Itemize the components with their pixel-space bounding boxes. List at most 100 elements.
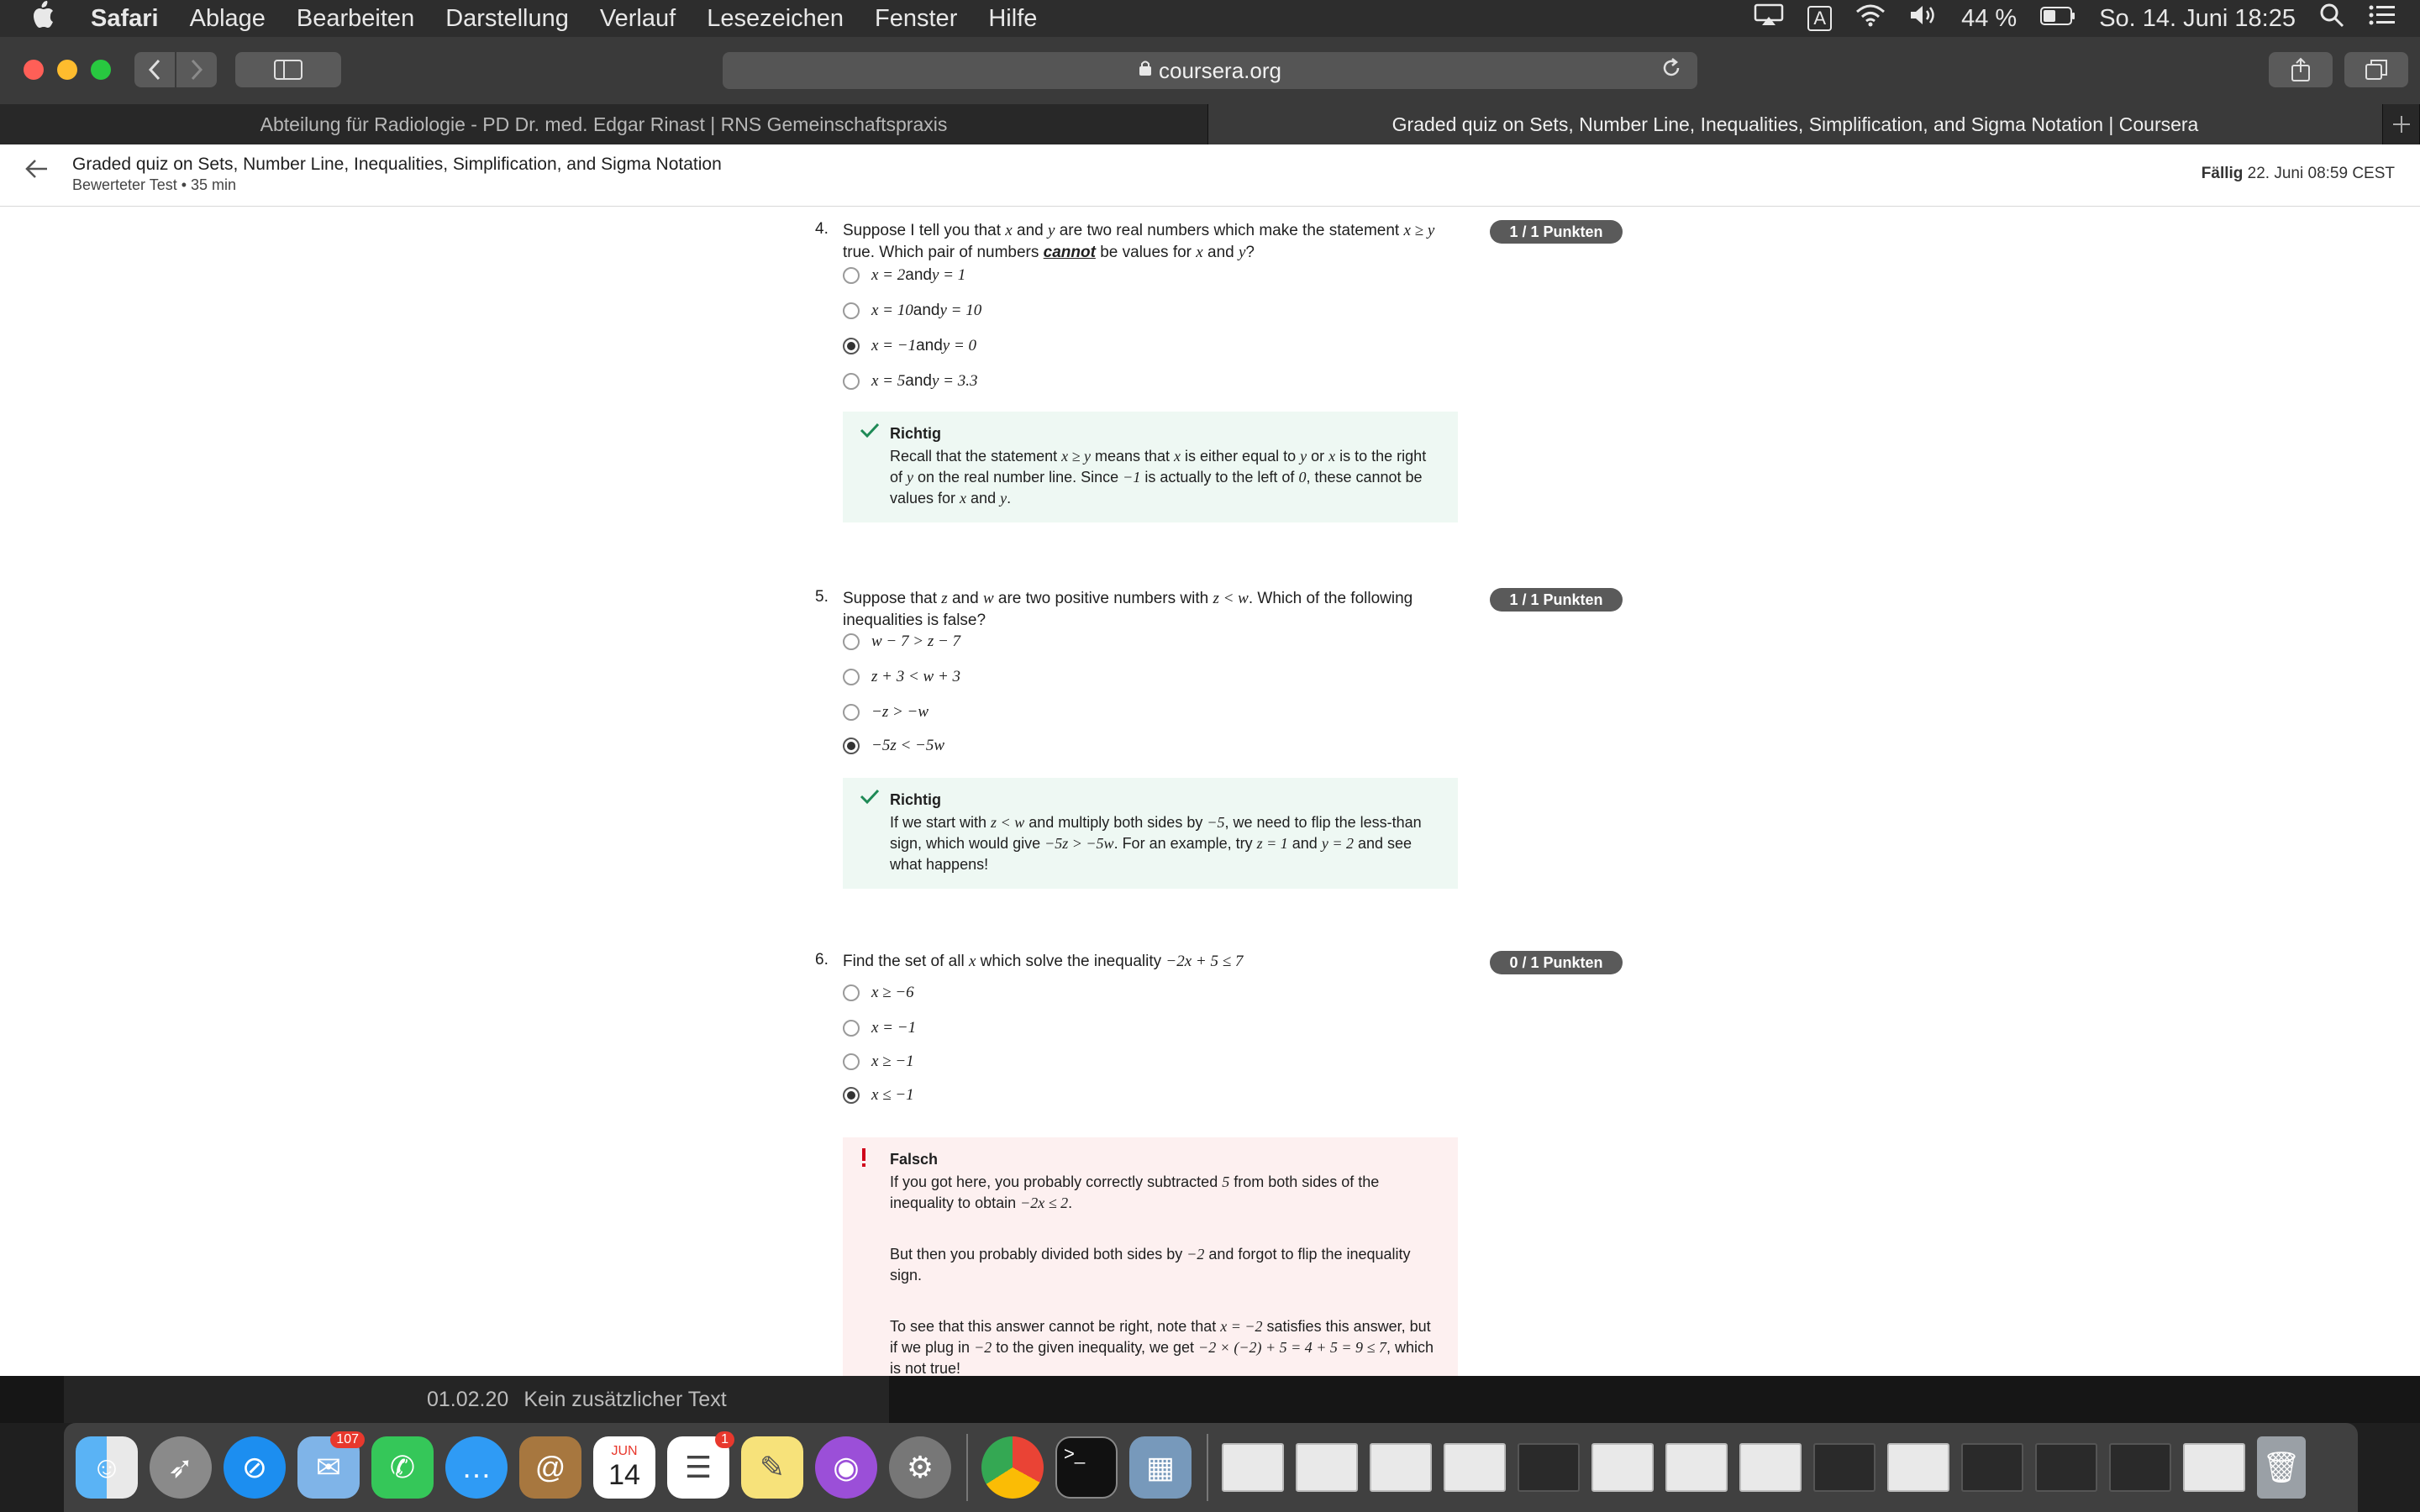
- preview-icon[interactable]: ▦: [1129, 1436, 1192, 1499]
- option-2[interactable]: x = 10 and y = 10: [843, 301, 981, 321]
- tab-overview-button[interactable]: [2344, 52, 2408, 87]
- launchpad-icon[interactable]: ➶: [150, 1436, 212, 1499]
- minimized-window-thumbnail[interactable]: [2183, 1443, 2245, 1492]
- minimized-window-thumbnail[interactable]: [1518, 1443, 1580, 1492]
- back-arrow-icon[interactable]: [24, 156, 49, 188]
- new-tab-button[interactable]: [2383, 104, 2420, 144]
- terminal-icon[interactable]: >_: [1055, 1436, 1118, 1499]
- minimized-window-thumbnail[interactable]: [1591, 1443, 1654, 1492]
- menu-fenster[interactable]: Fenster: [875, 5, 957, 33]
- minimized-window-thumbnail[interactable]: [1222, 1443, 1284, 1492]
- feedback-text: Recall that the statement x ≥ y means th…: [890, 448, 1427, 507]
- option-2[interactable]: z + 3 < w + 3: [843, 667, 960, 687]
- menu-app-name[interactable]: Safari: [91, 5, 159, 33]
- share-button[interactable]: [2269, 52, 2333, 87]
- question-number: 6.: [815, 951, 829, 969]
- radio-button[interactable]: [843, 704, 860, 721]
- option-2[interactable]: x = −1: [843, 1018, 916, 1038]
- radio-button[interactable]: [843, 1053, 860, 1070]
- menu-verlauf[interactable]: Verlauf: [600, 5, 676, 33]
- tab-radiologie[interactable]: Abteilung für Radiologie - PD Dr. med. E…: [0, 104, 1208, 144]
- minimize-window-button[interactable]: [57, 60, 77, 80]
- minimized-window-thumbnail[interactable]: [1665, 1443, 1728, 1492]
- system-preferences-icon[interactable]: ⚙: [889, 1436, 951, 1499]
- radio-button[interactable]: [843, 302, 860, 319]
- contacts-icon[interactable]: @: [519, 1436, 581, 1499]
- feedback-text-3: To see that this answer cannot be right,…: [890, 1318, 1434, 1376]
- notes-icon[interactable]: ✎: [741, 1436, 803, 1499]
- feedback-text-1: If you got here, you probably correctly …: [890, 1173, 1380, 1211]
- trash-icon[interactable]: 🗑: [2257, 1436, 2306, 1499]
- mail-icon[interactable]: ✉ 107: [297, 1431, 365, 1499]
- points-badge: 1 / 1 Punkten: [1490, 220, 1623, 244]
- zoom-window-button[interactable]: [91, 60, 111, 80]
- address-bar[interactable]: coursera.org: [723, 52, 1697, 89]
- menu-lesezeichen[interactable]: Lesezeichen: [707, 5, 844, 33]
- option-1[interactable]: w − 7 > z − 7: [843, 632, 960, 652]
- notification-center-icon[interactable]: [2368, 3, 2396, 34]
- menu-hilfe[interactable]: Hilfe: [988, 5, 1037, 33]
- feedback-status: Richtig: [890, 791, 941, 808]
- menu-bearbeiten[interactable]: Bearbeiten: [297, 5, 414, 33]
- radio-button-selected[interactable]: [843, 738, 860, 754]
- option-1[interactable]: x = 2 and y = 1: [843, 265, 965, 286]
- reload-icon[interactable]: [1660, 57, 1682, 85]
- radio-button-selected[interactable]: [843, 1087, 860, 1104]
- minimized-window-thumbnail[interactable]: [2035, 1443, 2097, 1492]
- tab-coursera-quiz[interactable]: Graded quiz on Sets, Number Line, Inequa…: [1208, 104, 2383, 144]
- radio-button[interactable]: [843, 373, 860, 390]
- minimized-window-thumbnail[interactable]: [1813, 1443, 1876, 1492]
- feedback-status: Richtig: [890, 425, 941, 442]
- messages-icon[interactable]: …: [445, 1436, 508, 1499]
- minimized-window-thumbnail[interactable]: [1961, 1443, 2023, 1492]
- battery-icon[interactable]: [2040, 5, 2075, 33]
- feedback-correct: Richtig If we start with z < w and multi…: [843, 778, 1458, 889]
- radio-button[interactable]: [843, 984, 860, 1001]
- input-source-indicator[interactable]: A: [1807, 6, 1833, 31]
- back-button[interactable]: [134, 52, 175, 87]
- apple-menu-icon[interactable]: [30, 1, 64, 36]
- clock[interactable]: So. 14. Juni 18:25: [2099, 5, 2296, 33]
- radio-button[interactable]: [843, 1020, 860, 1037]
- podcasts-icon[interactable]: ◉: [815, 1436, 877, 1499]
- minimized-window-thumbnail[interactable]: [1739, 1443, 1802, 1492]
- spotlight-search-icon[interactable]: [2319, 3, 2344, 34]
- question-number: 4.: [815, 220, 829, 238]
- web-page: Graded quiz on Sets, Number Line, Inequa…: [0, 144, 2420, 1376]
- reminders-icon[interactable]: ☰ 1: [667, 1431, 734, 1499]
- minimized-window-thumbnail[interactable]: [1370, 1443, 1432, 1492]
- option-3[interactable]: x = −1 and y = 0: [843, 336, 976, 356]
- airplay-icon[interactable]: [1754, 3, 1784, 34]
- sidebar-toggle-button[interactable]: [235, 52, 341, 87]
- radio-button[interactable]: [843, 267, 860, 284]
- minimized-window-thumbnail[interactable]: [1296, 1443, 1358, 1492]
- menu-ablage[interactable]: Ablage: [190, 5, 266, 33]
- chevron-left-icon: [148, 59, 160, 81]
- menu-darstellung[interactable]: Darstellung: [445, 5, 569, 33]
- calendar-icon[interactable]: JUN 14: [593, 1436, 655, 1499]
- safari-icon[interactable]: ⊘: [224, 1436, 286, 1499]
- option-1[interactable]: x ≥ −6: [843, 983, 914, 1003]
- close-window-button[interactable]: [24, 60, 44, 80]
- finder-icon[interactable]: ☺: [76, 1436, 138, 1499]
- notification-entry[interactable]: 01.02.20 Kein zusätzlicher Text: [427, 1388, 727, 1412]
- chrome-icon[interactable]: [981, 1436, 1044, 1499]
- volume-icon[interactable]: [1909, 3, 1938, 34]
- minimized-window-thumbnail[interactable]: [1887, 1443, 1949, 1492]
- dock-separator: [966, 1434, 968, 1501]
- exclamation-icon: [860, 1147, 868, 1172]
- radio-button[interactable]: [843, 669, 860, 685]
- option-3[interactable]: x ≥ −1: [843, 1052, 914, 1072]
- minimized-window-thumbnail[interactable]: [1444, 1443, 1506, 1492]
- radio-button-selected[interactable]: [843, 338, 860, 354]
- facetime-icon[interactable]: ✆: [371, 1436, 434, 1499]
- option-4[interactable]: x ≤ −1: [843, 1085, 914, 1105]
- radio-button[interactable]: [843, 633, 860, 650]
- option-4[interactable]: x = 5 and y = 3.3: [843, 371, 977, 391]
- option-4[interactable]: −5z < −5w: [843, 736, 944, 756]
- due-label: Fällig: [2201, 165, 2244, 182]
- minimized-window-thumbnail[interactable]: [2109, 1443, 2171, 1492]
- forward-button[interactable]: [176, 52, 217, 87]
- wifi-icon[interactable]: [1855, 3, 1886, 34]
- option-3[interactable]: −z > −w: [843, 702, 929, 722]
